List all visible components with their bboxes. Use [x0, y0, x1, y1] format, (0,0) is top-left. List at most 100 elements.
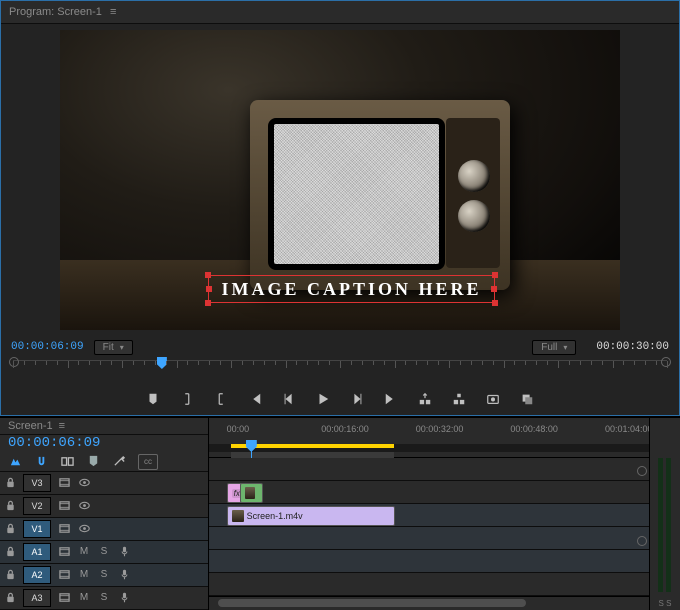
timeline-lanes[interactable]: fxfx Screen-1.m4v: [209, 458, 649, 596]
sequence-tab[interactable]: Screen-1 ≡: [0, 418, 208, 435]
clip-label: Screen-1.m4v: [247, 511, 303, 521]
sync-lock-icon[interactable]: [54, 543, 74, 561]
track-header-v1[interactable]: V1: [0, 518, 208, 541]
title-text-box[interactable]: IMAGE CAPTION HERE: [208, 275, 495, 303]
scrub-end-handle[interactable]: [661, 357, 671, 367]
sync-lock-icon[interactable]: [54, 520, 74, 538]
sync-lock-icon[interactable]: [54, 474, 74, 492]
ruler-label: 00:01:04:00: [605, 424, 653, 434]
timeline-track-header: Screen-1 ≡ 00:00:06:09 cc V3V2V1A1MSA2MS…: [0, 418, 209, 610]
program-current-timecode[interactable]: 00:00:06:09: [11, 341, 84, 353]
zoom-select[interactable]: Fit ▾: [94, 340, 133, 355]
track-lock-icon[interactable]: [0, 520, 20, 538]
track-lane-v2[interactable]: fxfx: [209, 481, 649, 504]
program-tabbar: Program: Screen-1 ≡: [1, 1, 679, 24]
track-lane-a2[interactable]: [209, 550, 649, 573]
clip[interactable]: [240, 483, 263, 503]
sync-lock-icon[interactable]: [54, 566, 74, 584]
mark-in-button[interactable]: [179, 391, 195, 407]
timeline-panel: Screen-1 ≡ 00:00:06:09 cc V3V2V1A1MSA2MS…: [0, 416, 680, 610]
timeline-ruler[interactable]: 00:0000:00:16:0000:00:32:0000:00:48:0000…: [209, 418, 649, 458]
voiceover-icon[interactable]: [114, 543, 134, 561]
track-lock-icon[interactable]: [0, 474, 20, 492]
step-fwd-button[interactable]: [349, 391, 365, 407]
scroll-handle[interactable]: [637, 536, 647, 546]
track-header-v3[interactable]: V3: [0, 472, 208, 495]
overwrite-button[interactable]: [519, 391, 535, 407]
timeline-zoom-scrollbar[interactable]: [209, 596, 649, 610]
tv-static-screen: [268, 118, 445, 270]
sequence-tab-label: Screen-1: [8, 420, 53, 432]
track-lane-v1[interactable]: Screen-1.m4v: [209, 504, 649, 527]
tv-dial: [458, 200, 490, 232]
track-output-toggle[interactable]: [74, 474, 94, 492]
track-header-a1[interactable]: A1 MS: [0, 541, 208, 564]
export-frame-button[interactable]: [485, 391, 501, 407]
chevron-down-icon: ▾: [563, 343, 567, 352]
program-frame[interactable]: IMAGE CAPTION HERE: [60, 30, 620, 330]
program-duration-timecode: 00:00:30:00: [596, 341, 669, 353]
sync-lock-icon[interactable]: [54, 497, 74, 515]
nest-toggle-icon[interactable]: [8, 455, 22, 469]
meter-solo-label[interactable]: S S: [650, 599, 680, 608]
audio-meter-right: [666, 458, 671, 592]
play-button[interactable]: [315, 391, 331, 407]
voiceover-icon[interactable]: [114, 566, 134, 584]
linked-selection-icon[interactable]: [60, 455, 74, 469]
program-tab[interactable]: Program: Screen-1: [9, 6, 102, 18]
track-target-v3[interactable]: V3: [23, 474, 51, 492]
ruler-label: 00:00:32:00: [416, 424, 464, 434]
track-lane-a3[interactable]: [209, 573, 649, 596]
track-header-a3[interactable]: A3 MS: [0, 587, 208, 610]
ruler-label: 00:00:48:00: [510, 424, 558, 434]
track-lane-a1[interactable]: [209, 527, 649, 550]
track-lock-icon[interactable]: [0, 589, 20, 607]
marker-tool-icon[interactable]: [86, 455, 100, 469]
track-target-a2[interactable]: A2: [23, 566, 51, 584]
add-marker-button[interactable]: [145, 391, 161, 407]
timeline-timecode[interactable]: 00:00:06:09: [0, 435, 208, 452]
zoom-thumb[interactable]: [218, 599, 526, 607]
track-output-toggle[interactable]: [74, 497, 94, 515]
scrub-start-handle[interactable]: [9, 357, 19, 367]
scroll-handle[interactable]: [637, 466, 647, 476]
track-target-a3[interactable]: A3: [23, 589, 51, 607]
track-lock-icon[interactable]: [0, 543, 20, 561]
captions-toggle-icon[interactable]: cc: [138, 454, 158, 470]
solo-toggle[interactable]: S: [94, 543, 114, 561]
quality-select-label: Full: [541, 342, 557, 353]
program-monitor-panel: Program: Screen-1 ≡ IMAGE CAPTION HERE: [0, 0, 680, 416]
timeline-settings-icon[interactable]: [112, 455, 126, 469]
snap-toggle-icon[interactable]: [34, 455, 48, 469]
track-target-a1[interactable]: A1: [23, 543, 51, 561]
track-target-v1[interactable]: V1: [23, 520, 51, 538]
track-lock-icon[interactable]: [0, 566, 20, 584]
extract-button[interactable]: [451, 391, 467, 407]
mute-toggle[interactable]: M: [74, 566, 94, 584]
panel-menu-icon[interactable]: ≡: [110, 6, 117, 18]
voiceover-icon[interactable]: [114, 589, 134, 607]
clip[interactable]: Screen-1.m4v: [227, 506, 395, 526]
panel-menu-icon[interactable]: ≡: [59, 420, 65, 432]
quality-select[interactable]: Full ▾: [532, 340, 576, 355]
sync-lock-icon[interactable]: [54, 589, 74, 607]
track-lock-icon[interactable]: [0, 497, 20, 515]
track-header-a2[interactable]: A2 MS: [0, 564, 208, 587]
chevron-down-icon: ▾: [120, 343, 124, 352]
track-lane-v3[interactable]: [209, 458, 649, 481]
mute-toggle[interactable]: M: [74, 543, 94, 561]
lift-button[interactable]: [417, 391, 433, 407]
mark-out-button[interactable]: [213, 391, 229, 407]
goto-out-button[interactable]: [383, 391, 399, 407]
step-back-button[interactable]: [281, 391, 297, 407]
goto-in-button[interactable]: [247, 391, 263, 407]
clip-thumb-icon: [232, 510, 244, 522]
solo-toggle[interactable]: S: [94, 566, 114, 584]
track-output-toggle[interactable]: [74, 520, 94, 538]
timeline-vscroll[interactable]: [637, 464, 647, 590]
program-scrubber[interactable]: [13, 360, 667, 381]
mute-toggle[interactable]: M: [74, 589, 94, 607]
track-target-v2[interactable]: V2: [23, 497, 51, 515]
solo-toggle[interactable]: S: [94, 589, 114, 607]
track-header-v2[interactable]: V2: [0, 495, 208, 518]
